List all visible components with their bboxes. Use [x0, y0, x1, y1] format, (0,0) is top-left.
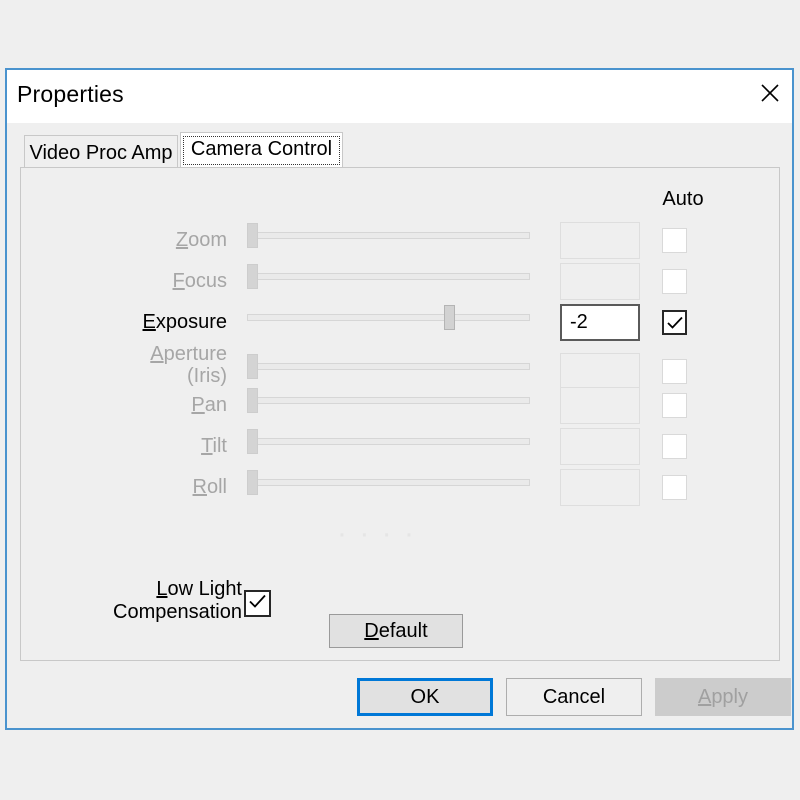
accel-key: F	[172, 270, 185, 292]
row-label-pan: Pan	[37, 394, 227, 416]
low-light-compensation-label: Low Light Compensation	[77, 578, 242, 624]
properties-dialog: Properties Video Proc Amp Camera Control…	[5, 68, 794, 730]
slider-track	[247, 438, 530, 445]
row-label-aperture: Aperture (Iris)	[37, 343, 227, 387]
slider-track	[247, 363, 530, 370]
slider-zoom[interactable]	[247, 220, 530, 250]
page-title: Properties	[17, 81, 124, 107]
checkmark-icon	[666, 316, 684, 330]
button-label: Cancel	[542, 685, 606, 708]
label-rest: oll	[206, 476, 227, 498]
slider-focus[interactable]	[247, 261, 530, 291]
auto-checkbox-zoom[interactable]	[662, 228, 687, 253]
tab-strip: Video Proc Amp Camera Control	[20, 132, 780, 169]
slider-thumb[interactable]	[444, 305, 455, 330]
slider-aperture[interactable]	[247, 351, 530, 381]
value-input-exposure[interactable]: -2	[560, 304, 640, 341]
label-rest: ocus	[184, 270, 227, 292]
slider-tilt[interactable]	[247, 426, 530, 456]
value-input-pan[interactable]	[560, 387, 640, 424]
slider-thumb[interactable]	[247, 388, 258, 413]
ok-button[interactable]: OK	[357, 678, 493, 716]
slider-track	[247, 479, 530, 486]
slider-thumb[interactable]	[247, 470, 258, 495]
label-rest: ow Light Compensation	[113, 578, 242, 623]
accel-key: D	[364, 619, 379, 642]
slider-track	[247, 314, 530, 321]
label-rest: efault	[378, 619, 428, 642]
slider-thumb[interactable]	[247, 429, 258, 454]
slider-track	[247, 232, 530, 239]
row-label-exposure: Exposure	[37, 311, 228, 333]
accel-key: A	[697, 685, 712, 708]
value-input-zoom[interactable]	[560, 222, 640, 259]
control-row-exposure: Exposure -2	[7, 302, 792, 342]
control-row-pan: Pan	[7, 385, 792, 425]
accel-key: T	[201, 435, 213, 457]
control-row-focus: Focus	[7, 261, 792, 301]
accel-key: Z	[175, 229, 189, 251]
low-light-compensation-checkbox[interactable]	[244, 590, 271, 617]
label-rest: perture (Iris)	[163, 343, 227, 387]
auto-checkbox-tilt[interactable]	[662, 434, 687, 459]
label-rest: xposure	[155, 311, 227, 333]
close-button[interactable]	[747, 70, 792, 115]
auto-column-header: Auto	[662, 188, 704, 210]
accel-key: P	[191, 394, 205, 416]
checkmark-icon	[248, 594, 267, 614]
cancel-button[interactable]: Cancel	[506, 678, 642, 716]
tab-camera-control[interactable]: Camera Control	[180, 132, 343, 168]
accel-key: A	[150, 343, 164, 365]
control-row-zoom: Zoom	[7, 220, 792, 260]
apply-button: Apply	[655, 678, 791, 716]
slider-exposure[interactable]	[247, 302, 530, 332]
slider-thumb[interactable]	[247, 354, 258, 379]
label-rest: ilt	[212, 435, 227, 457]
row-label-zoom: Zoom	[37, 229, 227, 251]
default-button[interactable]: Default	[329, 614, 463, 648]
accel-key: R	[192, 476, 207, 498]
tab-label: Video Proc Amp	[29, 141, 173, 164]
title-bar: Properties	[7, 70, 792, 123]
slider-track	[247, 397, 530, 404]
slider-thumb[interactable]	[247, 264, 258, 289]
label-rest: oom	[188, 229, 227, 251]
slider-pan[interactable]	[247, 385, 530, 415]
auto-checkbox-exposure[interactable]	[662, 310, 687, 335]
slider-thumb[interactable]	[247, 223, 258, 248]
slider-track	[247, 273, 530, 280]
button-label: OK	[410, 685, 440, 708]
value-input-focus[interactable]	[560, 263, 640, 300]
auto-checkbox-aperture[interactable]	[662, 359, 687, 384]
value-input-roll[interactable]	[560, 469, 640, 506]
control-row-tilt: Tilt	[7, 426, 792, 466]
accel-key: L	[156, 578, 168, 600]
label-rest: an	[204, 394, 227, 416]
auto-checkbox-roll[interactable]	[662, 475, 687, 500]
row-label-tilt: Tilt	[37, 435, 227, 457]
tab-label: Camera Control	[182, 136, 341, 165]
row-label-roll: Roll	[37, 476, 227, 498]
auto-checkbox-pan[interactable]	[662, 393, 687, 418]
value-input-tilt[interactable]	[560, 428, 640, 465]
row-label-focus: Focus	[37, 270, 227, 292]
accel-key: E	[142, 311, 156, 333]
slider-roll[interactable]	[247, 467, 530, 497]
tab-video-proc-amp[interactable]: Video Proc Amp	[24, 135, 178, 168]
auto-checkbox-focus[interactable]	[662, 269, 687, 294]
label-rest: pply	[711, 685, 749, 708]
control-row-aperture: Aperture (Iris)	[7, 343, 792, 390]
control-row-roll: Roll	[7, 467, 792, 507]
close-icon	[759, 82, 781, 104]
